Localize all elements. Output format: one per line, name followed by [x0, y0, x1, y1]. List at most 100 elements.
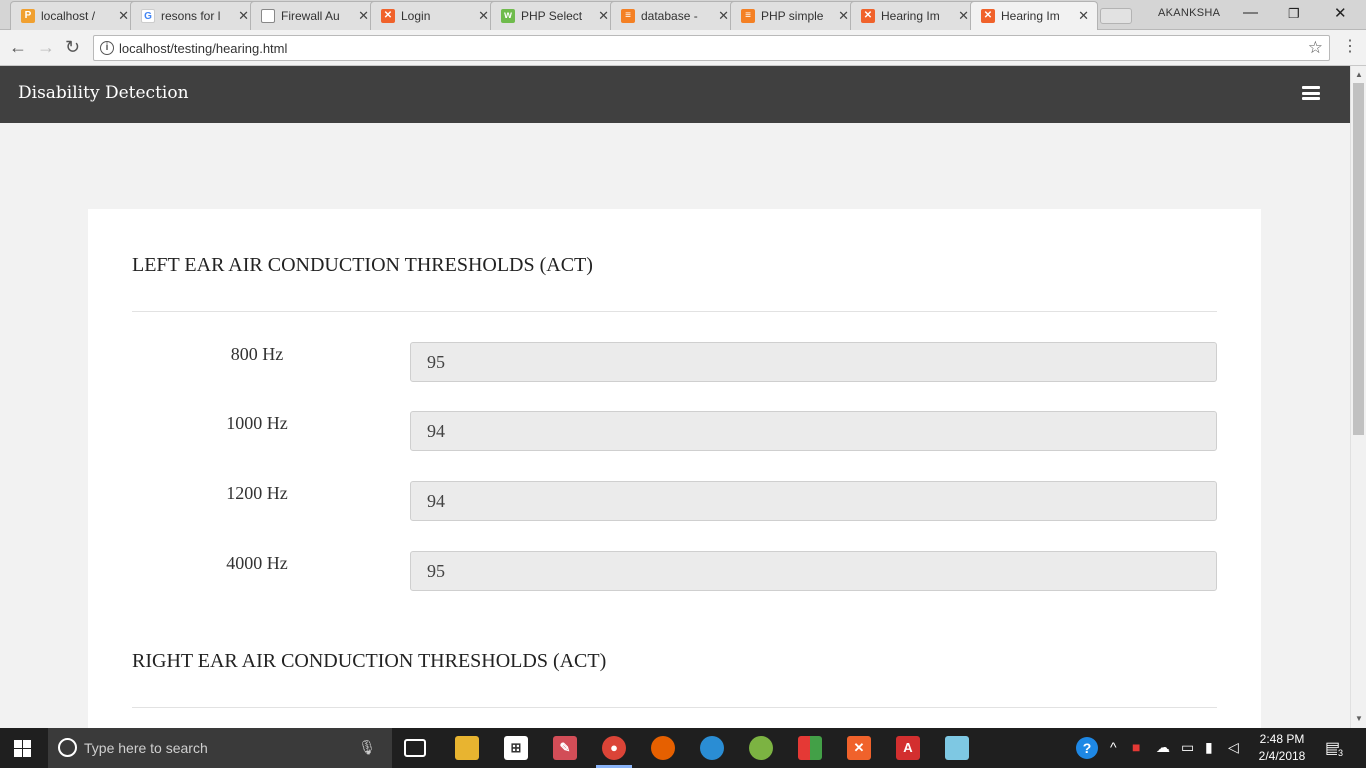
browser-tab[interactable]: G resons for l ✕	[130, 1, 258, 30]
left-ear-section-title: LEFT EAR AIR CONDUCTION THRESHOLDS (ACT)	[132, 254, 593, 276]
close-icon[interactable]: ✕	[478, 8, 489, 24]
volume-icon[interactable]: ◁	[1228, 739, 1239, 756]
browser-tab[interactable]: ✕ Login ✕	[370, 1, 498, 30]
browser-tab[interactable]: ≡ database - ✕	[610, 1, 738, 30]
hamburger-menu-icon[interactable]	[1302, 86, 1320, 100]
browser-tab[interactable]: Firewall Au ✕	[250, 1, 378, 30]
notepad-icon[interactable]	[945, 736, 969, 760]
clock-date: 2/4/2018	[1258, 749, 1306, 763]
chrome-icon[interactable]: ●	[602, 736, 626, 760]
store-icon[interactable]: ⊞	[504, 736, 528, 760]
app-icon[interactable]	[798, 736, 822, 760]
forward-arrow-icon[interactable]: →	[37, 37, 55, 58]
scroll-down-icon[interactable]: ▼	[1355, 714, 1363, 723]
xampp-icon: ✕	[381, 9, 395, 23]
threshold-input-1000[interactable]: 94	[410, 411, 1217, 451]
cortana-icon	[58, 738, 77, 757]
frequency-label-1200: 1200 Hz	[226, 483, 288, 503]
close-icon[interactable]: ✕	[238, 8, 249, 24]
stackoverflow-icon: ≡	[741, 9, 755, 23]
battery-icon[interactable]: ▮	[1205, 739, 1213, 756]
thresholds-card: LEFT EAR AIR CONDUCTION THRESHOLDS (ACT)…	[88, 209, 1261, 728]
profile-name[interactable]: AKANKSHA	[1158, 7, 1220, 19]
browser-tab[interactable]: ≡ PHP simple ✕	[730, 1, 858, 30]
windows-start-icon[interactable]	[14, 740, 31, 757]
page-scrollbar[interactable]: ▲ ▼	[1350, 66, 1366, 728]
clock-time: 2:48 PM	[1259, 732, 1305, 746]
back-arrow-icon[interactable]: ←	[9, 37, 27, 58]
microphone-icon[interactable]: 🎙	[358, 739, 376, 756]
minimize-icon[interactable]: —	[1243, 4, 1258, 21]
paint-icon[interactable]: ✎	[553, 736, 577, 760]
bookmark-star-icon[interactable]: ☆	[1308, 38, 1323, 58]
threshold-input-800[interactable]: 95	[410, 342, 1217, 382]
site-navbar: Disability Detection	[0, 66, 1350, 123]
browser-tab[interactable]: w PHP Select ✕	[490, 1, 618, 30]
android-studio-icon[interactable]	[749, 736, 773, 760]
tab-title: resons for l	[161, 9, 221, 23]
stackoverflow-icon: ≡	[621, 9, 635, 23]
close-icon[interactable]: ✕	[718, 8, 729, 24]
phpmyadmin-icon: P	[21, 9, 35, 23]
xampp-icon[interactable]: ✕	[847, 736, 871, 760]
tab-title: localhost /	[41, 9, 96, 23]
close-window-icon[interactable]: ✕	[1334, 4, 1347, 22]
tab-title: Hearing Im	[881, 9, 940, 23]
address-bar[interactable]: i localhost/testing/hearing.html ☆	[93, 35, 1330, 61]
close-icon[interactable]: ✕	[118, 8, 129, 24]
close-icon[interactable]: ✕	[1078, 8, 1089, 24]
close-icon[interactable]: ✕	[958, 8, 969, 24]
frequency-label-800: 800 Hz	[230, 344, 284, 364]
file-explorer-icon[interactable]	[455, 736, 479, 760]
browser-tab[interactable]: ✕ Hearing Im ✕	[850, 1, 978, 30]
onedrive-icon[interactable]: ☁	[1156, 739, 1170, 756]
ubuntu-icon[interactable]	[700, 736, 724, 760]
chevron-up-icon[interactable]: ^	[1110, 739, 1117, 755]
reload-icon[interactable]: ↻	[65, 37, 80, 58]
xampp-icon: ✕	[981, 9, 995, 23]
firefox-icon[interactable]	[651, 736, 675, 760]
browser-menu-icon[interactable]: ⋮	[1342, 36, 1358, 56]
tab-title: Login	[401, 9, 431, 23]
new-tab-button[interactable]	[1100, 8, 1132, 24]
threshold-input-1200[interactable]: 94	[410, 481, 1217, 521]
page-viewport: Disability Detection LEFT EAR AIR CONDUC…	[0, 66, 1350, 728]
url-text[interactable]: localhost/testing/hearing.html	[119, 41, 287, 56]
tab-title: PHP Select	[521, 9, 583, 23]
tab-title: database -	[641, 9, 698, 23]
browser-tab-active[interactable]: ✕ Hearing Im ✕	[970, 1, 1098, 30]
windows-taskbar: Type here to search 🎙 ⊞ ✎ ● ✕ A ? ^ ■ ☁ …	[0, 728, 1366, 768]
brand-title[interactable]: Disability Detection	[18, 83, 189, 103]
acrobat-icon[interactable]: A	[896, 736, 920, 760]
threshold-input-4000[interactable]: 95	[410, 551, 1217, 591]
xampp-icon: ✕	[861, 9, 875, 23]
search-placeholder: Type here to search	[84, 740, 208, 756]
tab-title: Hearing Im	[1001, 9, 1060, 23]
task-view-icon[interactable]	[404, 739, 426, 757]
close-icon[interactable]: ✕	[358, 8, 369, 24]
document-icon	[261, 9, 275, 23]
browser-tab-strip: P localhost / ✕ G resons for l ✕ Firewal…	[0, 0, 1366, 30]
close-icon[interactable]: ✕	[598, 8, 609, 24]
info-icon[interactable]: i	[100, 41, 114, 55]
scrollbar-thumb[interactable]	[1353, 83, 1364, 435]
restore-icon[interactable]: ❐	[1288, 6, 1300, 22]
frequency-label-1000: 1000 Hz	[226, 413, 288, 433]
tab-title: Firewall Au	[281, 9, 340, 23]
scroll-up-icon[interactable]: ▲	[1355, 70, 1363, 79]
w3schools-icon: w	[501, 9, 515, 23]
notification-count-badge: 3	[1337, 748, 1345, 758]
system-clock[interactable]: 2:48 PM 2/4/2018	[1254, 731, 1310, 765]
frequency-label-4000: 4000 Hz	[226, 553, 288, 573]
right-ear-section-title: RIGHT EAR AIR CONDUCTION THRESHOLDS (ACT…	[132, 650, 607, 672]
browser-tab[interactable]: P localhost / ✕	[10, 1, 138, 30]
divider	[132, 707, 1217, 708]
close-icon[interactable]: ✕	[838, 8, 849, 24]
divider	[132, 311, 1217, 312]
help-icon[interactable]: ?	[1076, 737, 1098, 759]
network-icon[interactable]: ▭	[1181, 739, 1194, 756]
tab-title: PHP simple	[761, 9, 824, 23]
taskbar-search-box[interactable]: Type here to search 🎙	[48, 728, 392, 768]
browser-toolbar: ← → ↻ i localhost/testing/hearing.html ☆…	[0, 31, 1366, 66]
gift-icon[interactable]: ■	[1132, 739, 1140, 755]
